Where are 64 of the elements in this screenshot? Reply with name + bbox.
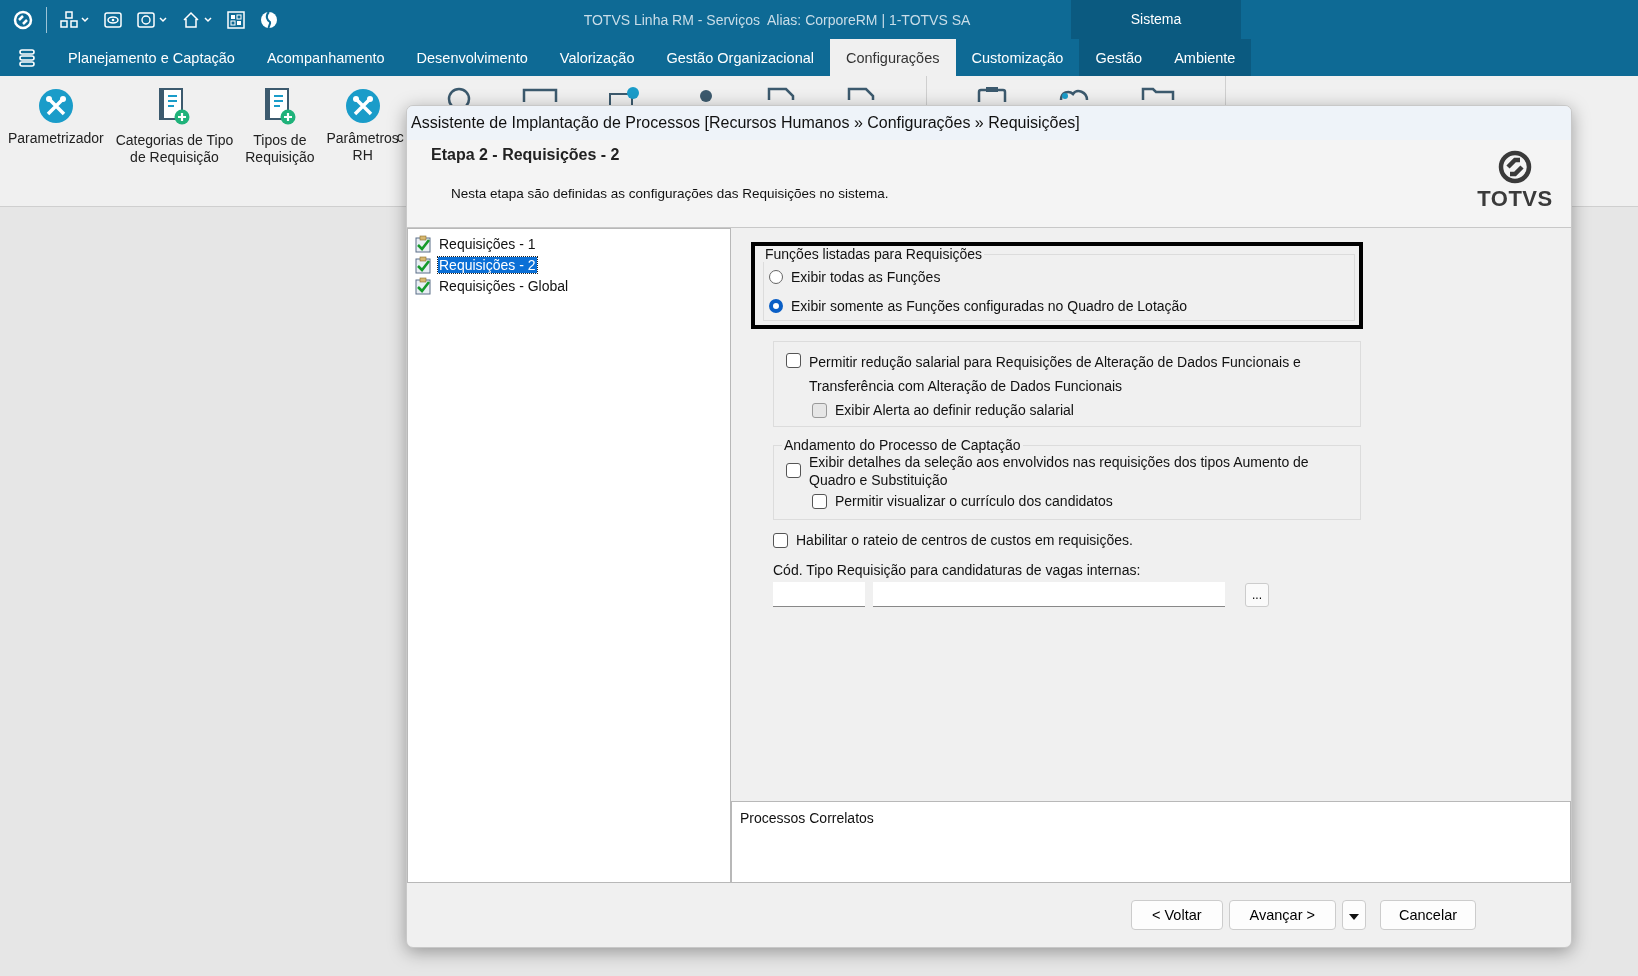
checkbox[interactable]: [786, 353, 801, 368]
radio-button[interactable]: [769, 298, 783, 313]
ribbon-button[interactable]: Categorias de Tipo de Requisição: [115, 132, 234, 166]
code-field[interactable]: [773, 582, 865, 607]
tools-icon[interactable]: [344, 88, 381, 124]
caret-icon: [1349, 914, 1359, 920]
home-icon[interactable]: [181, 9, 213, 30]
field-label: Cód. Tipo Requisição para candidaturas de vagas internas:: [773, 562, 1141, 578]
next-button[interactable]: Avançar >: [1228, 900, 1336, 930]
lookup-button[interactable]: ...: [1245, 582, 1269, 607]
app-title: TOTVS Linha RM - Serviços Alias: CorporeRM | 1-TOTVS SA: [582, 11, 972, 28]
radio-label[interactable]: Exibir todas as Funções: [791, 268, 941, 285]
logo-wordmark: TOTVS: [1477, 186, 1553, 212]
clipboard-check-icon: [414, 276, 432, 295]
logo-icon[interactable]: [13, 9, 33, 30]
database-icon[interactable]: [18, 48, 36, 68]
radio-label[interactable]: Exibir somente as Funções configuradas no Quadro de Lotação: [791, 297, 1188, 314]
group-title: Andamento do Processo de Captação: [783, 437, 1022, 453]
document-add-icon[interactable]: [263, 88, 296, 126]
checkbox-label[interactable]: Permitir redução salarial para Requisições de Alteração de Dados Funcionais e Transferência com Alteração de Dados Funcionais: [809, 350, 1301, 398]
checkbox[interactable]: [786, 463, 801, 478]
globe-icon[interactable]: [259, 9, 279, 30]
tools-icon[interactable]: [37, 88, 74, 124]
menu-tab[interactable]: Planejamento e Captação: [60, 39, 251, 76]
clipboard-icon[interactable]: [976, 86, 1007, 102]
dropdown-button[interactable]: [1342, 900, 1366, 930]
menu-tab[interactable]: Gestão Organizacional: [650, 39, 830, 76]
checkbox[interactable]: [812, 493, 827, 509]
clipboard-check-icon: [414, 255, 432, 274]
group-title: Funções listadas para Requisições: [764, 246, 984, 262]
document-add-icon[interactable]: [158, 88, 191, 126]
menu-tab[interactable]: Configurações: [830, 39, 956, 76]
step-title: Etapa 2 - Requisições - 2: [431, 146, 621, 164]
step-description: Nesta etapa são definidas as configurações das Requisições no sistema.: [451, 186, 890, 201]
radio-button[interactable]: [769, 269, 783, 284]
checkbox-label[interactable]: Habilitar o rateio de centros de custos em requisições.: [796, 532, 1133, 548]
hierarchy-icon[interactable]: [60, 9, 90, 30]
checkbox-label[interactable]: Exibir detalhes da seleção aos envolvidos nas requisições dos tipos Aumento de Quadro e Substituição: [809, 453, 1309, 489]
checkbox[interactable]: [773, 532, 788, 548]
refresh-icon[interactable]: [136, 9, 168, 30]
tree-item[interactable]: Requisições - Global: [438, 277, 570, 294]
menu-tab[interactable]: Gestão: [1079, 39, 1159, 76]
menu-tab[interactable]: Valorização: [543, 39, 651, 76]
back-button[interactable]: < Voltar: [1131, 900, 1223, 930]
menu-tab[interactable]: Customização: [955, 39, 1080, 76]
section-title: Sistema: [1071, 0, 1241, 39]
description-field[interactable]: [873, 582, 1225, 607]
totvs-logo-icon: [1498, 150, 1532, 184]
ribbon-button[interactable]: Tipos de Requisição: [245, 132, 315, 166]
clipboard-check-icon: [414, 234, 432, 253]
grid-icon[interactable]: [226, 9, 246, 30]
menu-tab[interactable]: Ambiente: [1158, 39, 1252, 76]
ribbon-button[interactable]: Parâmetros RH: [326, 130, 399, 164]
eye-icon[interactable]: [103, 9, 123, 30]
tree-item[interactable]: Requisições - 1: [438, 235, 537, 252]
panel-title: Processos Correlatos: [740, 810, 874, 826]
folder-icon[interactable]: [1140, 86, 1175, 100]
checkbox-label[interactable]: Permitir visualizar o currículo dos candidatos: [835, 493, 1113, 509]
cancel-button[interactable]: Cancelar: [1380, 900, 1477, 930]
menu-tab[interactable]: Acompanhamento: [250, 39, 401, 76]
dialog-title: Assistente de Implantação de Processos [Recursos Humanos » Configurações » Requisições]: [407, 106, 1571, 140]
tree-item[interactable]: Requisições - 2: [438, 256, 537, 273]
ribbon-button[interactable]: Parametrizador: [8, 130, 104, 147]
menu-tab[interactable]: Desenvolvimento: [400, 39, 544, 76]
